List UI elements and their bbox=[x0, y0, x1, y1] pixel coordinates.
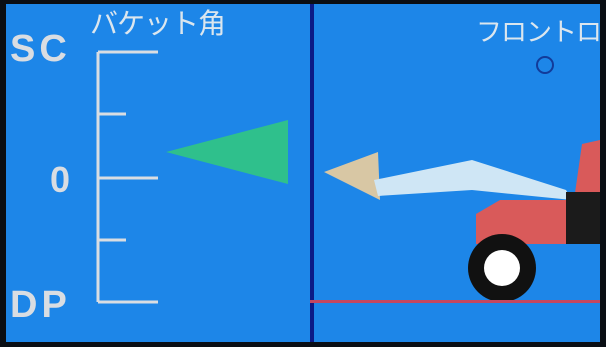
loader-frame-icon bbox=[566, 192, 600, 244]
bucket-icon bbox=[324, 152, 380, 200]
gauge-and-loader-graphics bbox=[96, 50, 600, 304]
front-loader-title: フロントローダ bbox=[476, 18, 600, 48]
display-screen: バケット角 SC 0 DP フロントロ bbox=[6, 4, 600, 342]
ground-line bbox=[310, 300, 600, 303]
loader-illustration bbox=[324, 140, 600, 302]
loader-status-icon bbox=[536, 56, 554, 74]
bucket-angle-scale bbox=[96, 50, 158, 304]
panel-divider bbox=[310, 4, 314, 342]
bucket-angle-indicator bbox=[166, 120, 288, 184]
boom-arm-icon bbox=[374, 160, 572, 200]
tractor-cab-icon bbox=[574, 140, 600, 200]
